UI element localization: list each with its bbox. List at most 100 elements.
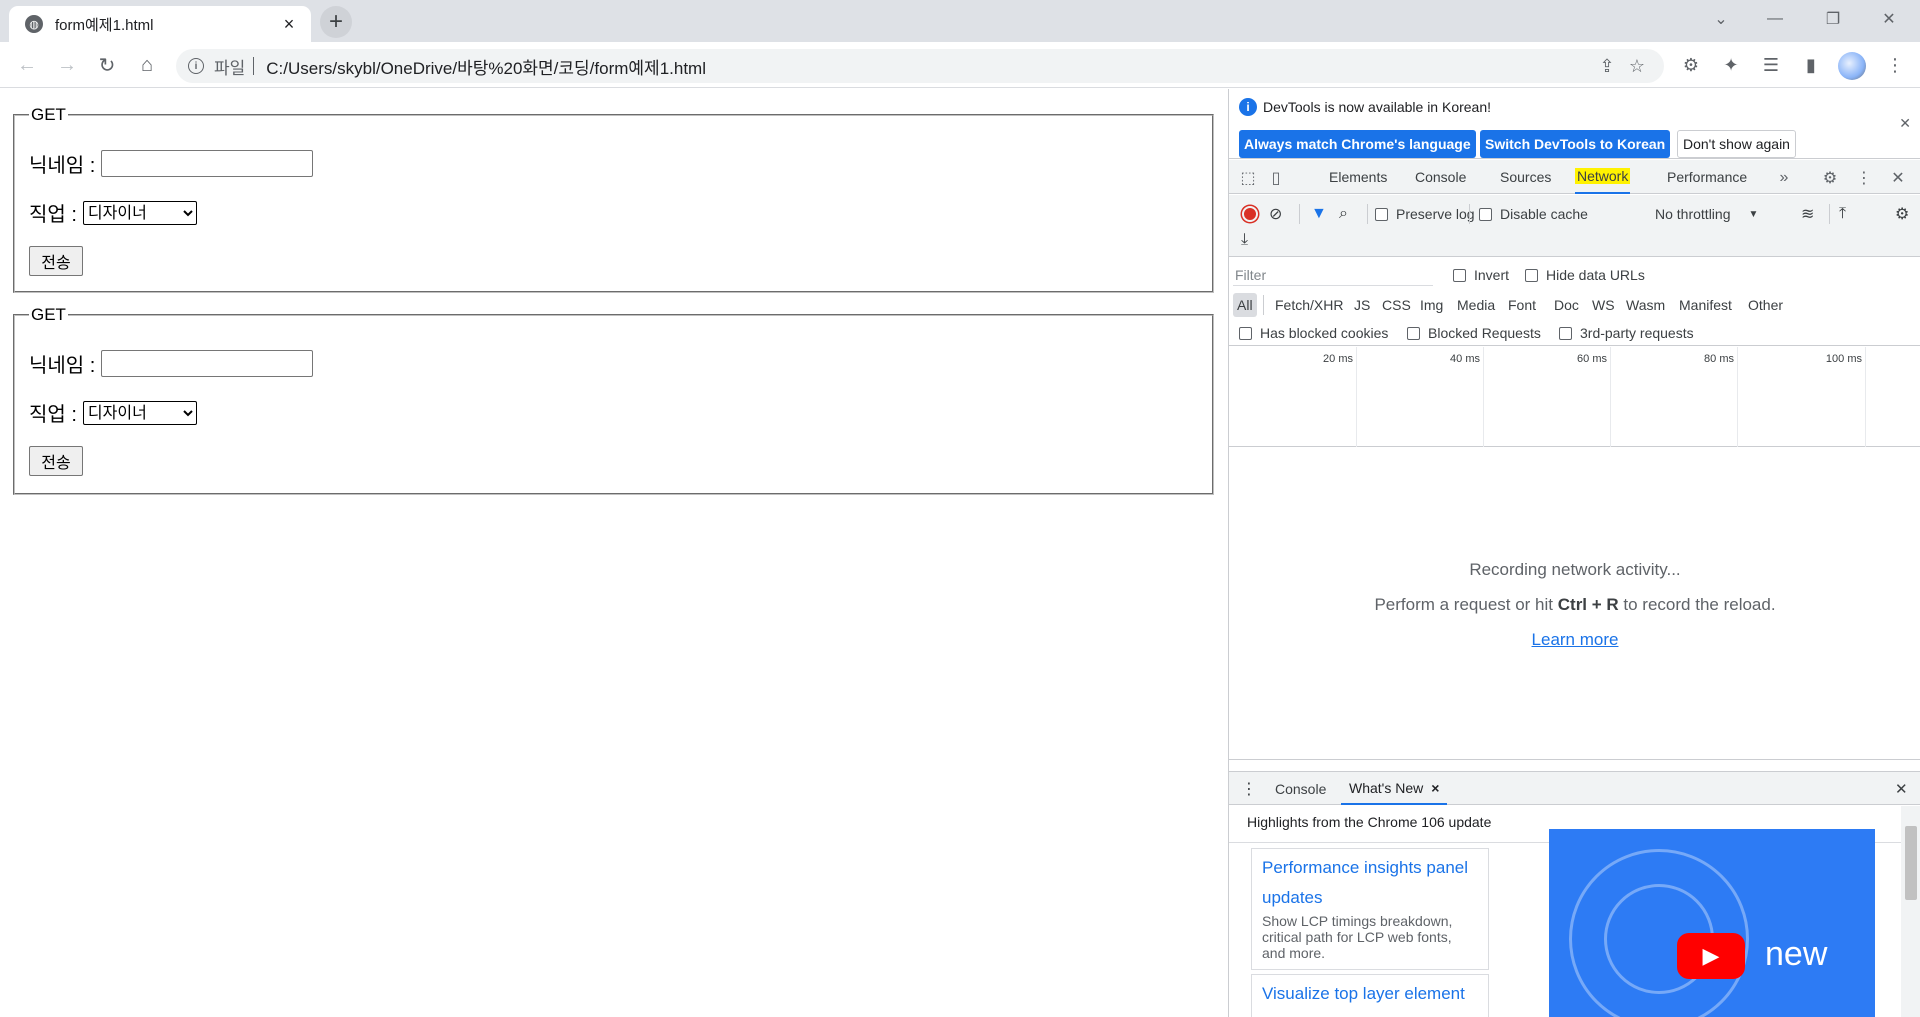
tab-elements[interactable]: Elements	[1329, 160, 1387, 194]
nickname-input[interactable]	[101, 350, 314, 377]
browser-tab[interactable]: ◍ form예제1.html ×	[9, 6, 311, 42]
news-card-title[interactable]: Performance insights panel updates	[1262, 853, 1478, 913]
submit-button[interactable]: 전송	[29, 446, 83, 476]
drawer-menu-icon[interactable]: ⋮	[1241, 772, 1257, 805]
forward-icon[interactable]: →	[52, 50, 82, 80]
reload-icon[interactable]: ↻	[92, 50, 122, 80]
record-icon[interactable]	[1237, 201, 1263, 227]
has-blocked-cookies-checkbox[interactable]: Has blocked cookies	[1239, 320, 1388, 346]
tab-performance[interactable]: Performance	[1667, 160, 1747, 194]
third-party-checkbox[interactable]: 3rd-party requests	[1559, 320, 1694, 346]
search-icon[interactable]: ⌕	[1339, 201, 1348, 227]
invert-checkbox[interactable]: Invert	[1453, 262, 1509, 288]
network-toolbar: ⊘ ▼ ⌕ Preserve log Disable cache No thro…	[1229, 195, 1920, 257]
type-filter-css[interactable]: CSS	[1378, 293, 1415, 317]
type-filter-other[interactable]: Other	[1744, 293, 1787, 317]
devtools-tab-bar: ⬚ ▯ Elements Console Sources Network Per…	[1229, 160, 1920, 194]
type-filter-manifest[interactable]: Manifest	[1675, 293, 1736, 317]
type-filter-wasm[interactable]: Wasm	[1622, 293, 1669, 317]
device-toolbar-icon[interactable]: ▯	[1265, 167, 1287, 189]
site-info-icon[interactable]: i	[188, 58, 204, 74]
timeline-tick-line	[1483, 347, 1484, 447]
tab-search-icon[interactable]: ⌄	[1694, 0, 1748, 38]
extensions-puzzle-icon[interactable]: ✦	[1716, 50, 1746, 80]
close-tab-icon[interactable]: ×	[279, 14, 299, 34]
drawer-scrollbar[interactable]	[1901, 806, 1920, 1017]
reading-list-icon[interactable]: ☰	[1756, 50, 1786, 80]
news-card-title[interactable]: Visualize top layer element	[1262, 979, 1478, 1009]
preserve-log-checkbox[interactable]: Preserve log	[1375, 201, 1475, 227]
inspect-element-icon[interactable]: ⬚	[1237, 167, 1259, 189]
restore-icon[interactable]: ❐	[1806, 0, 1860, 38]
minimize-icon[interactable]: —	[1748, 0, 1802, 38]
drawer-tab-console[interactable]: Console	[1275, 772, 1326, 805]
type-filter-all[interactable]: All	[1233, 293, 1257, 317]
filter-input[interactable]: Filter	[1233, 264, 1433, 286]
address-bar[interactable]: i 파일 C:/Users/skybl/OneDrive/바탕%20화면/코딩/…	[176, 49, 1664, 83]
bookmark-star-icon[interactable]: ☆	[1622, 56, 1652, 77]
share-icon[interactable]: ⇪	[1592, 56, 1622, 77]
type-filter-js[interactable]: JS	[1350, 293, 1374, 317]
type-filter-img[interactable]: Img	[1416, 293, 1447, 317]
infobar-close-icon[interactable]: ✕	[1899, 115, 1911, 132]
clear-icon[interactable]: ⊘	[1269, 201, 1282, 227]
tab-network[interactable]: Network	[1575, 160, 1631, 194]
timeline-tick-label: 100 ms	[1825, 353, 1862, 365]
submit-button[interactable]: 전송	[29, 246, 83, 276]
type-filter-fetch[interactable]: Fetch/XHR	[1271, 293, 1347, 317]
scrollbar-thumb[interactable]	[1905, 826, 1917, 900]
type-filter-doc[interactable]: Doc	[1550, 293, 1583, 317]
extension-gear-icon[interactable]: ⚙	[1676, 50, 1706, 80]
devtools-menu-icon[interactable]: ⋮	[1853, 167, 1875, 189]
news-card[interactable]: Performance insights panel updates Show …	[1251, 848, 1489, 970]
url-separator	[253, 57, 255, 75]
new-tab-button[interactable]: +	[320, 6, 352, 38]
blocked-requests-checkbox[interactable]: Blocked Requests	[1407, 320, 1541, 346]
home-icon[interactable]: ⌂	[132, 50, 162, 80]
close-drawer-icon[interactable]: ✕	[1895, 772, 1908, 805]
back-icon[interactable]: ←	[12, 50, 42, 80]
more-tabs-icon[interactable]: »	[1773, 167, 1795, 189]
throttling-select[interactable]: No throttling ▼	[1655, 201, 1758, 227]
import-har-icon[interactable]: ⤒	[1839, 201, 1846, 227]
get-form-2: GET 닉네임 : 직업 : 디자이너 전송	[13, 305, 1214, 495]
drawer-tab-whats-new[interactable]: What's New ×	[1341, 772, 1448, 805]
switch-korean-button[interactable]: Switch DevTools to Korean	[1480, 130, 1671, 158]
side-panel-icon[interactable]: ▮	[1796, 50, 1826, 80]
learn-more-link[interactable]: Learn more	[1229, 630, 1920, 650]
disable-cache-checkbox[interactable]: Disable cache	[1479, 201, 1588, 227]
tab-sources[interactable]: Sources	[1500, 160, 1551, 194]
page-viewport: GET 닉네임 : 직업 : 디자이너 전송 GET 닉네임 : 직업 : 디자…	[0, 89, 1228, 1017]
nickname-input[interactable]	[101, 150, 314, 177]
toolbar-divider	[1367, 204, 1368, 224]
type-filter-font[interactable]: Font	[1504, 293, 1540, 317]
settings-gear-icon[interactable]: ⚙	[1819, 167, 1841, 189]
get-form-1: GET 닉네임 : 직업 : 디자이너 전송	[13, 105, 1214, 293]
close-whats-new-icon[interactable]: ×	[1431, 780, 1439, 796]
video-thumbnail[interactable]: ▶ new	[1549, 829, 1875, 1017]
url-text[interactable]: C:/Users/skybl/OneDrive/바탕%20화면/코딩/form예…	[266, 54, 1592, 79]
dont-show-again-button[interactable]: Don't show again	[1677, 130, 1796, 158]
tab-console[interactable]: Console	[1415, 160, 1466, 194]
job-label: 직업 :	[29, 404, 77, 426]
filter-funnel-icon[interactable]: ▼	[1311, 201, 1327, 227]
checkbox-box	[1375, 207, 1388, 221]
chrome-menu-icon[interactable]: ⋮	[1880, 50, 1910, 80]
news-card[interactable]: Visualize top layer element	[1251, 974, 1489, 1017]
close-devtools-icon[interactable]: ✕	[1887, 167, 1909, 189]
reload-hint-pre: Perform a request or hit	[1374, 595, 1558, 614]
profile-avatar[interactable]	[1838, 52, 1866, 80]
match-language-button[interactable]: Always match Chrome's language	[1239, 130, 1476, 158]
type-filter-ws[interactable]: WS	[1588, 293, 1619, 317]
job-row: 직업 : 디자이너	[29, 398, 1198, 427]
export-har-icon[interactable]: ⤓	[1241, 227, 1248, 253]
network-timeline-overview[interactable]: 20 ms 40 ms 60 ms 80 ms 100 ms	[1229, 347, 1920, 447]
close-window-icon[interactable]: ✕	[1862, 0, 1916, 38]
type-filter-media[interactable]: Media	[1453, 293, 1499, 317]
hide-data-urls-checkbox[interactable]: Hide data URLs	[1525, 262, 1645, 288]
job-select[interactable]: 디자이너	[82, 200, 197, 225]
job-select[interactable]: 디자이너	[82, 400, 197, 425]
network-settings-icon[interactable]: ⚙	[1895, 201, 1909, 227]
network-conditions-icon[interactable]: ≋	[1801, 201, 1814, 227]
play-icon[interactable]: ▶	[1677, 933, 1745, 979]
